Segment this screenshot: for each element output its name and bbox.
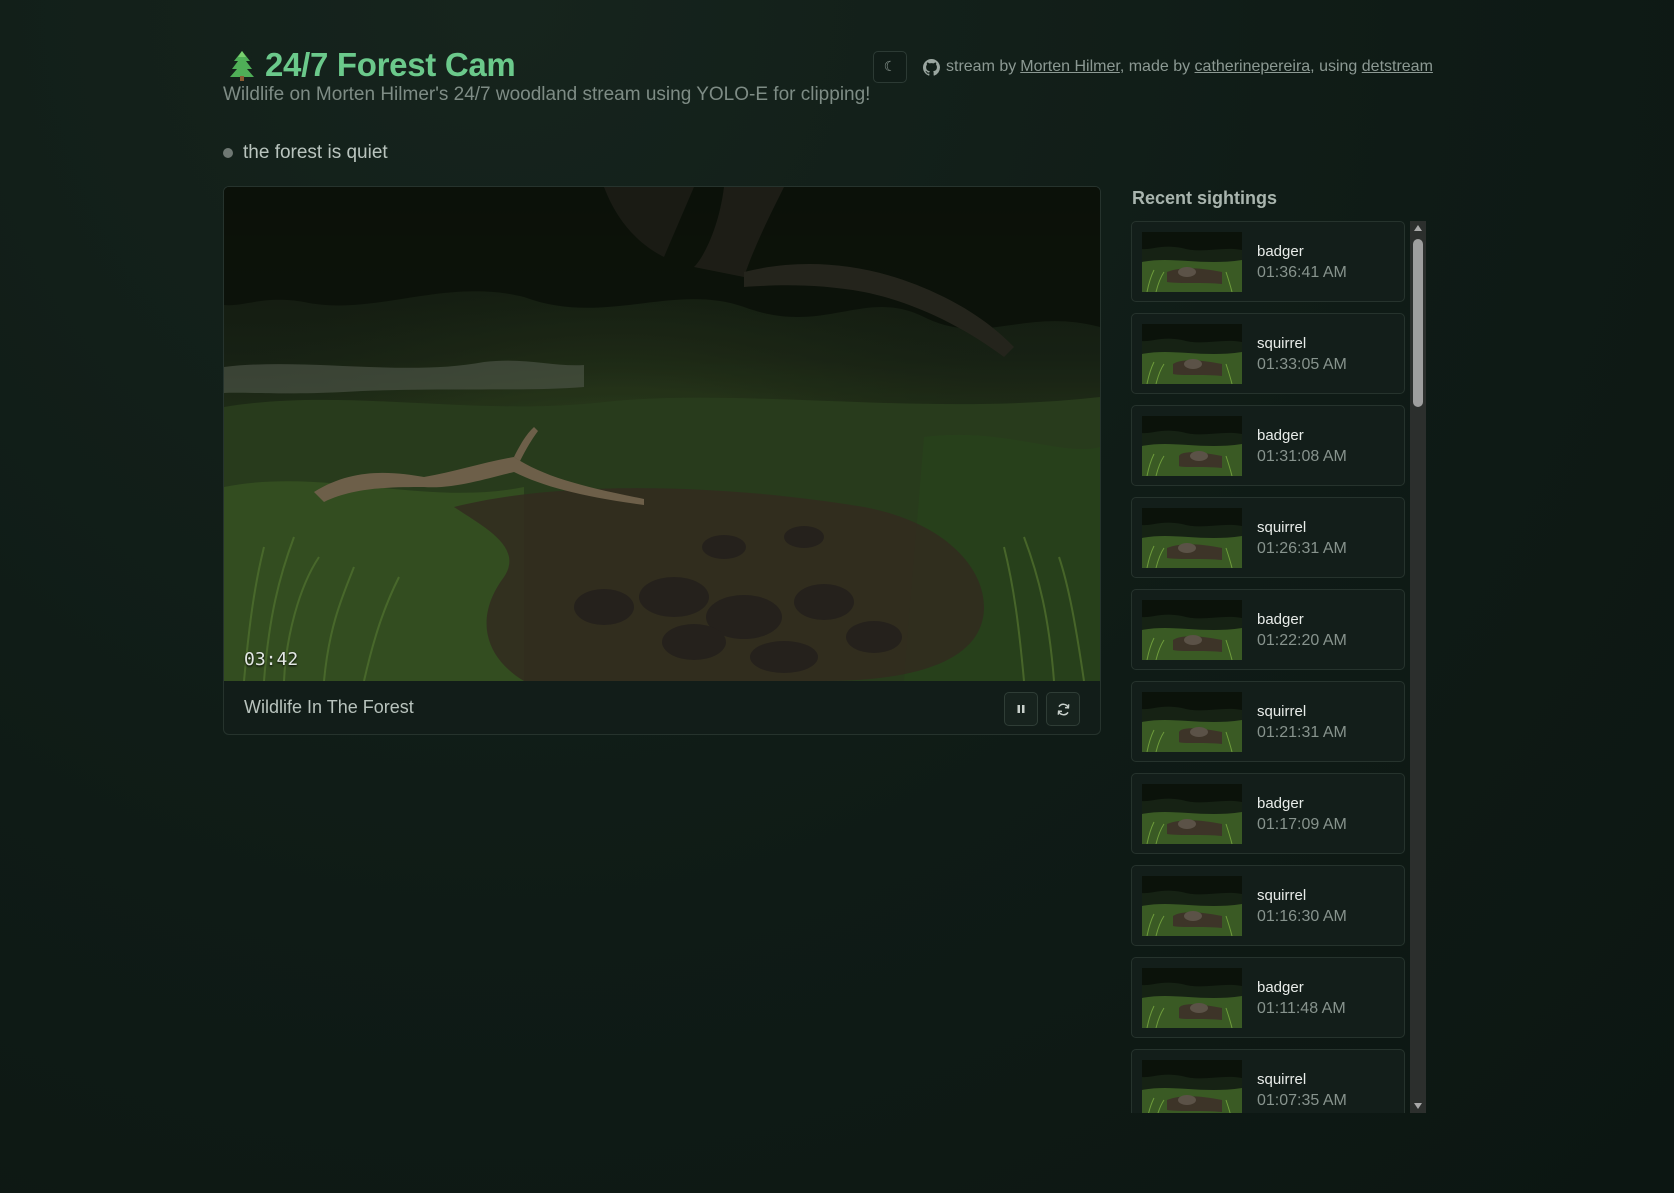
sighting-species: badger: [1257, 611, 1304, 628]
sighting-thumbnail: [1142, 876, 1242, 936]
sighting-thumbnail: [1142, 508, 1242, 568]
sighting-card[interactable]: badger 01:31:08 AM: [1131, 405, 1405, 486]
sighting-species: badger: [1257, 243, 1304, 260]
sighting-species: squirrel: [1257, 519, 1307, 536]
status-text: the forest is quiet: [243, 142, 388, 163]
sighting-thumbnail: [1142, 324, 1242, 384]
pause-icon: [1017, 705, 1025, 713]
status-indicator: the forest is quiet: [223, 142, 388, 164]
sighting-card[interactable]: squirrel 01:16:30 AM: [1131, 865, 1405, 946]
sighting-thumbnail: [1142, 416, 1242, 476]
sighting-card[interactable]: squirrel 01:26:31 AM: [1131, 497, 1405, 578]
sighting-time: 01:22:20 AM: [1257, 632, 1347, 649]
sighting-species: squirrel: [1257, 335, 1307, 352]
sighting-thumbnail: [1142, 1060, 1242, 1113]
sighting-species: badger: [1257, 979, 1304, 996]
credits: stream by Morten Hilmer, made by catheri…: [923, 58, 1433, 76]
sighting-card[interactable]: badger 01:17:09 AM: [1131, 773, 1405, 854]
forest-scene-image: [224, 187, 1100, 681]
scroll-up-arrow[interactable]: [1410, 221, 1426, 235]
refresh-button[interactable]: [1046, 692, 1080, 726]
sighting-time: 01:11:48 AM: [1257, 1000, 1346, 1017]
title-row: 24/7 Forest Cam: [229, 46, 516, 84]
theme-toggle-button[interactable]: ☾: [873, 51, 907, 83]
sighting-card[interactable]: badger 01:22:20 AM: [1131, 589, 1405, 670]
sighting-thumbnail: [1142, 784, 1242, 844]
pause-button[interactable]: [1004, 692, 1038, 726]
sighting-time: 01:17:09 AM: [1257, 816, 1347, 833]
sightings-list[interactable]: badger 01:36:41 AM squirrel 01:33:05 AM badg…: [1131, 221, 1407, 1113]
scroll-down-arrow[interactable]: [1410, 1099, 1426, 1113]
sighting-time: 01:16:30 AM: [1257, 908, 1347, 925]
sighting-time: 01:26:31 AM: [1257, 540, 1347, 557]
sighting-thumbnail: [1142, 968, 1242, 1028]
maker-link[interactable]: catherinepereira: [1195, 58, 1311, 75]
github-icon[interactable]: [923, 58, 940, 76]
moon-icon: ☾: [883, 59, 897, 75]
sighting-card[interactable]: badger 01:36:41 AM: [1131, 221, 1405, 302]
player-controls: Wildlife In The Forest: [224, 681, 1100, 734]
refresh-icon: [1057, 703, 1069, 715]
sightings-scrollbar[interactable]: [1410, 221, 1426, 1113]
sighting-species: badger: [1257, 795, 1304, 812]
sighting-time: 01:21:31 AM: [1257, 724, 1347, 741]
sighting-card[interactable]: badger 01:11:48 AM: [1131, 957, 1405, 1038]
header: 24/7 Forest Cam Wildlife on Morten Hilme…: [223, 42, 1433, 122]
credits-made-by: , made by: [1119, 58, 1191, 75]
page-title: 24/7 Forest Cam: [265, 46, 516, 83]
sighting-thumbnail: [1142, 600, 1242, 660]
sighting-thumbnail: [1142, 232, 1242, 292]
sighting-card[interactable]: squirrel 01:33:05 AM: [1131, 313, 1405, 394]
sightings-title: Recent sightings: [1132, 188, 1278, 208]
page-subtitle: Wildlife on Morten Hilmer's 24/7 woodlan…: [223, 84, 871, 105]
tree-icon: [230, 51, 254, 81]
page: 24/7 Forest Cam Wildlife on Morten Hilme…: [223, 0, 1433, 1193]
sighting-time: 01:33:05 AM: [1257, 356, 1347, 373]
sighting-card[interactable]: squirrel 01:21:31 AM: [1131, 681, 1405, 762]
video-timestamp: 03:42: [244, 649, 299, 670]
credits-using: , using: [1310, 58, 1358, 75]
video-player: 03:42 Wildlife In The Forest: [223, 186, 1101, 735]
stream-title: Wildlife In The Forest: [244, 697, 414, 717]
sighting-time: 01:31:08 AM: [1257, 448, 1347, 465]
sighting-thumbnail: [1142, 692, 1242, 752]
sighting-species: squirrel: [1257, 887, 1307, 904]
sighting-time: 01:07:35 AM: [1257, 1092, 1347, 1109]
stream-author-link[interactable]: Morten Hilmer: [1020, 58, 1120, 75]
sighting-species: squirrel: [1257, 703, 1307, 720]
sighting-time: 01:36:41 AM: [1257, 264, 1347, 281]
sighting-card[interactable]: squirrel 01:07:35 AM: [1131, 1049, 1405, 1113]
scroll-thumb[interactable]: [1413, 239, 1423, 407]
tool-link[interactable]: detstream: [1362, 58, 1433, 75]
credits-prefix: stream by: [946, 58, 1017, 75]
status-dot: [223, 148, 233, 158]
sighting-species: squirrel: [1257, 1071, 1307, 1088]
video-frame[interactable]: 03:42: [224, 187, 1100, 681]
sighting-species: badger: [1257, 427, 1304, 444]
